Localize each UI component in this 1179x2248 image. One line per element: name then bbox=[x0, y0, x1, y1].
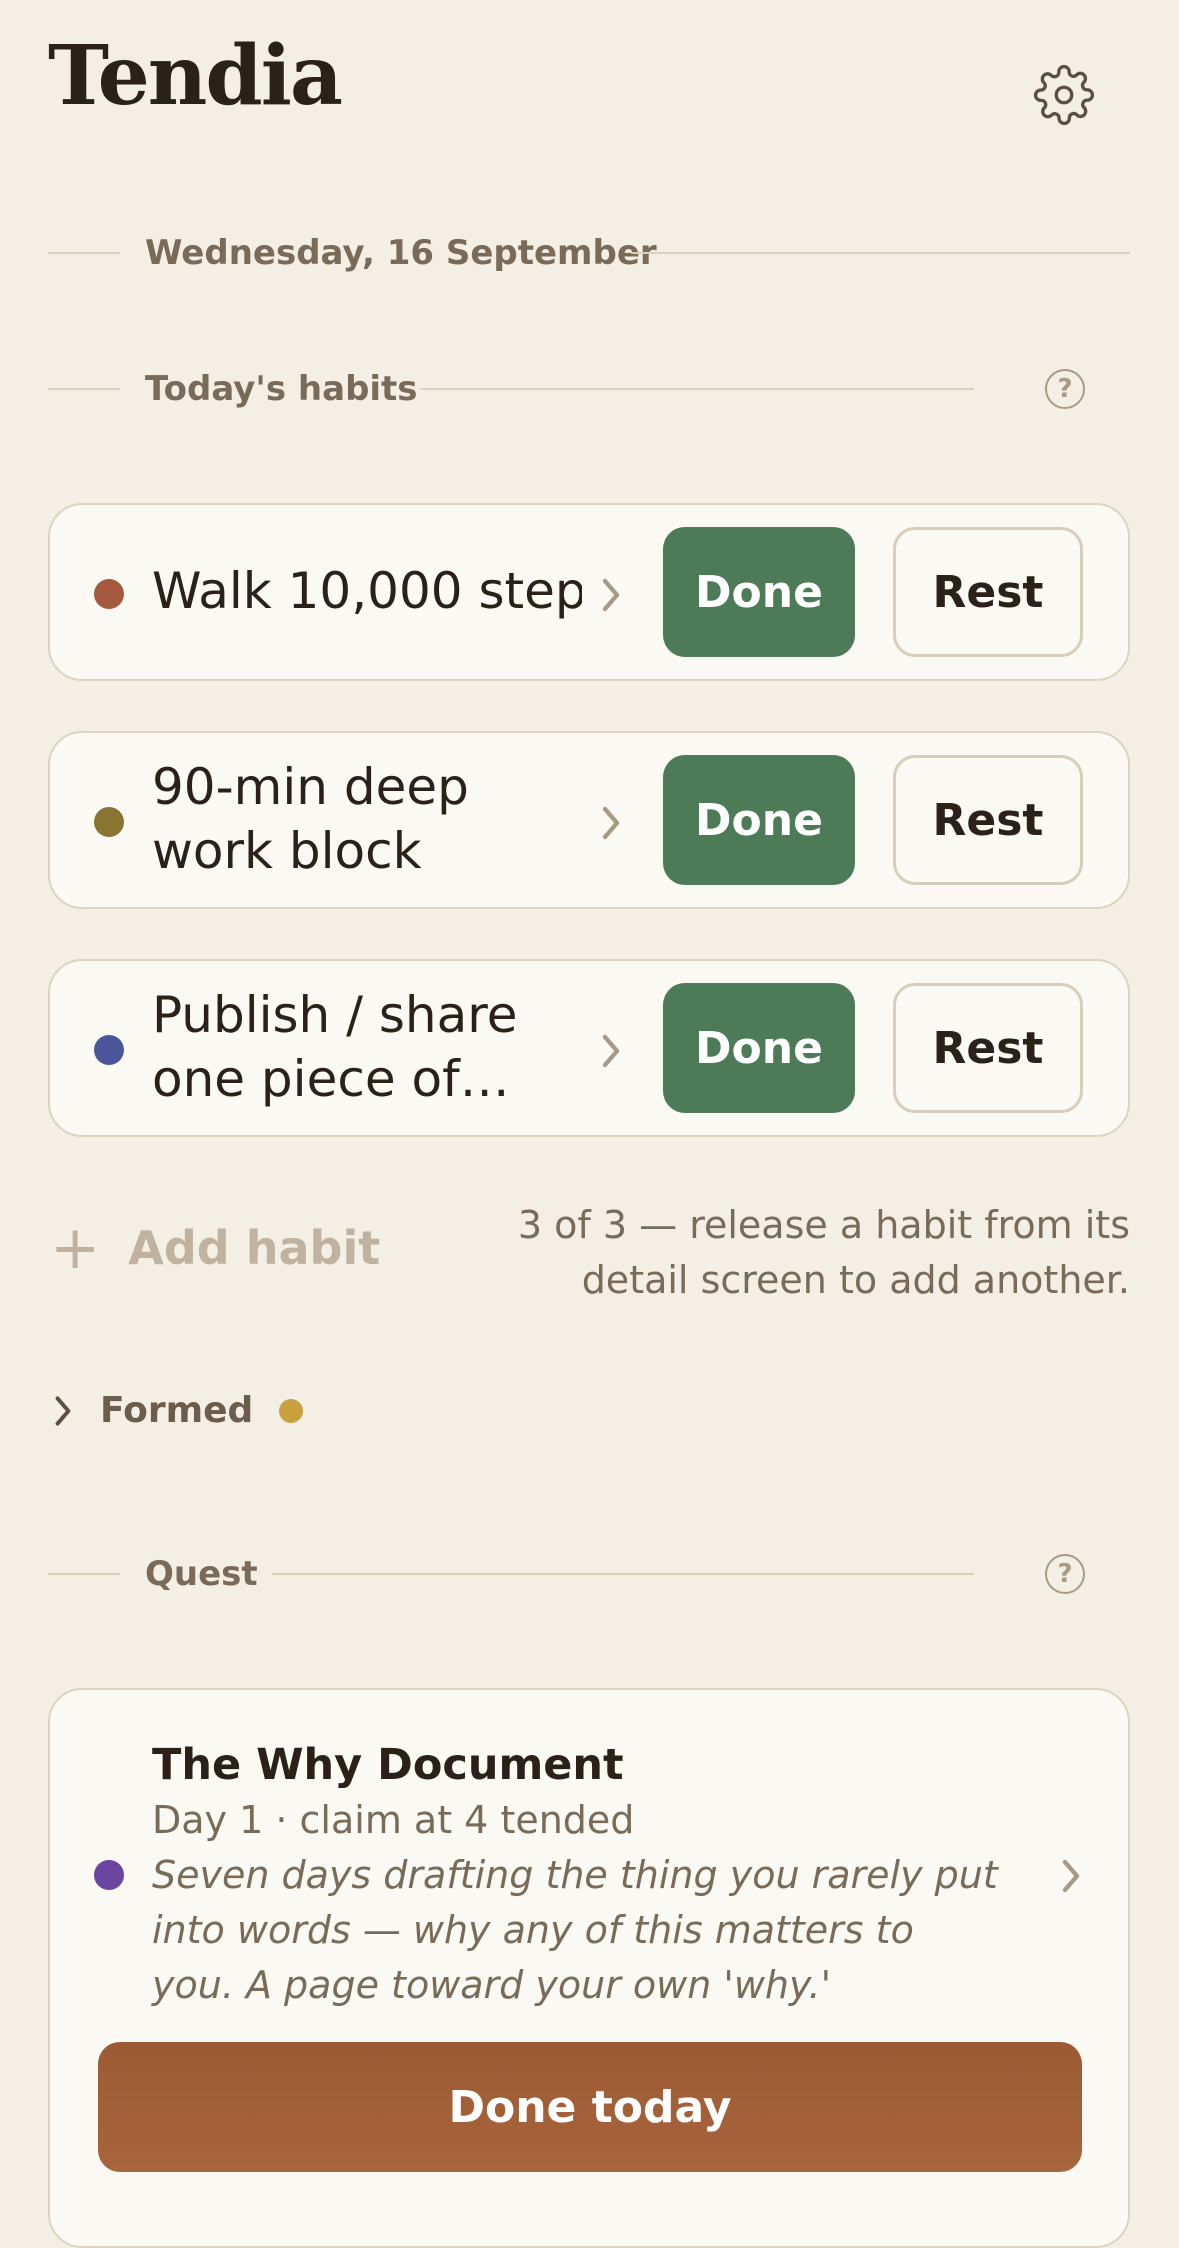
done-today-button[interactable]: Done today bbox=[98, 2042, 1082, 2172]
quest-description: Seven days drafting the thing you rarely… bbox=[152, 1853, 998, 2007]
add-habit-button[interactable]: + Add habit bbox=[50, 1218, 380, 1278]
date-divider-right bbox=[631, 252, 1130, 254]
plus-icon: + bbox=[50, 1213, 101, 1283]
quest-section-label: Quest bbox=[145, 1554, 258, 1594]
date-label: Wednesday, 16 September bbox=[145, 233, 657, 273]
quest-title: The Why Document bbox=[152, 1740, 624, 1790]
formed-toggle[interactable]: Formed bbox=[50, 1390, 304, 1431]
done-button[interactable]: Done bbox=[663, 983, 855, 1113]
app-title: Tendia bbox=[48, 28, 343, 124]
chevron-right-icon[interactable] bbox=[1056, 1856, 1086, 1896]
habit-color-dot bbox=[94, 807, 124, 837]
quest-color-dot bbox=[94, 1860, 124, 1890]
habits-divider-left bbox=[48, 388, 120, 390]
question-circle-icon[interactable]: ? bbox=[1045, 369, 1085, 409]
habit-card[interactable]: Publish / share one piece of writing Don… bbox=[48, 959, 1130, 1137]
chevron-right-icon[interactable] bbox=[596, 803, 626, 843]
formed-label: Formed bbox=[100, 1390, 254, 1431]
habit-color-dot bbox=[94, 1035, 124, 1065]
habit-name[interactable]: Publish / share one piece of writing bbox=[152, 983, 582, 1111]
chevron-right-icon[interactable] bbox=[596, 1031, 626, 1071]
rest-button[interactable]: Rest bbox=[893, 755, 1083, 885]
habit-card[interactable]: Walk 10,000 steps Done Rest bbox=[48, 503, 1130, 681]
next-card-peek bbox=[70, 2178, 1110, 2218]
habit-color-dot bbox=[94, 579, 124, 609]
done-button[interactable]: Done bbox=[663, 527, 855, 657]
rest-button[interactable]: Rest bbox=[893, 527, 1083, 657]
date-divider-left bbox=[48, 252, 120, 254]
quest-divider-right bbox=[272, 1573, 974, 1575]
habit-limit-note: 3 of 3 — release a habit from its detail… bbox=[517, 1203, 1130, 1302]
quest-meta: Day 1 · claim at 4 tended bbox=[152, 1798, 635, 1842]
habit-name[interactable]: 90-min deep work block bbox=[152, 755, 582, 883]
chevron-right-icon[interactable] bbox=[596, 575, 626, 615]
quest-card[interactable]: The Why Document Day 1 · claim at 4 tend… bbox=[48, 1688, 1130, 2248]
habits-divider-right bbox=[420, 388, 974, 390]
question-circle-icon[interactable]: ? bbox=[1045, 1554, 1085, 1594]
done-button[interactable]: Done bbox=[663, 755, 855, 885]
habits-section-label: Today's habits bbox=[145, 369, 418, 409]
chevron-right-icon bbox=[55, 1395, 71, 1426]
habit-card[interactable]: 90-min deep work block Done Rest bbox=[48, 731, 1130, 909]
gear-icon[interactable] bbox=[1033, 64, 1095, 126]
habit-name[interactable]: Walk 10,000 steps bbox=[152, 559, 582, 623]
formed-dot bbox=[279, 1398, 304, 1423]
add-habit-label: Add habit bbox=[128, 1221, 381, 1275]
quest-divider-left bbox=[48, 1573, 120, 1575]
rest-button[interactable]: Rest bbox=[893, 983, 1083, 1113]
